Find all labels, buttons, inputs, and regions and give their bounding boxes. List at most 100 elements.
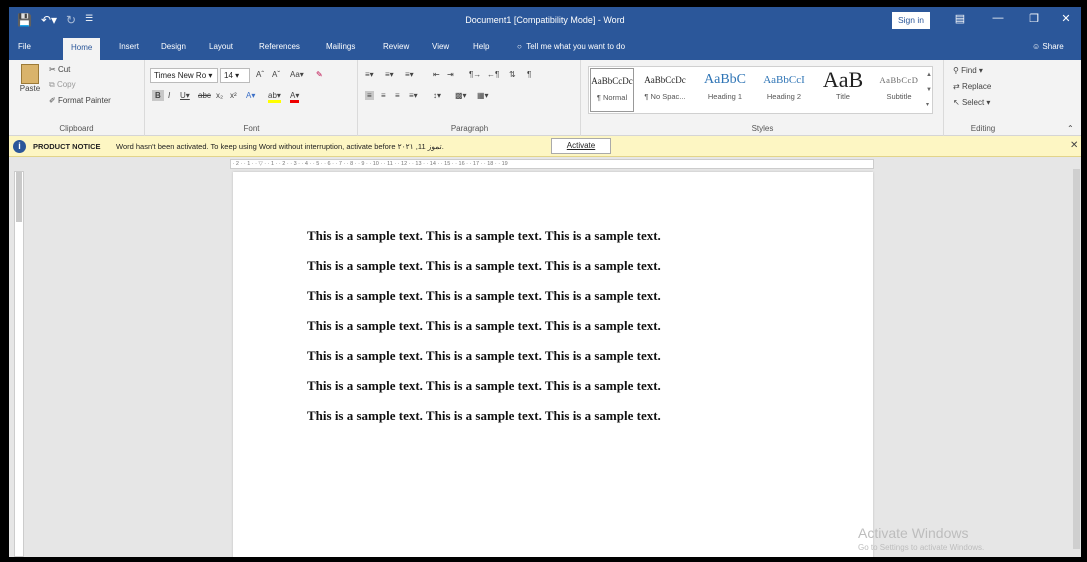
paste-button[interactable]: Paste	[17, 64, 43, 93]
ribbon-tabs: File Home Insert Design Layout Reference…	[9, 34, 1081, 60]
tell-me-label: Tell me what you want to do	[526, 42, 626, 51]
shrink-font-icon[interactable]: Aˇ	[272, 70, 280, 79]
numbering-icon[interactable]: ≡▾	[385, 70, 394, 79]
style-normal-sample: AaBbCcDc	[591, 76, 633, 86]
style-subtitle[interactable]: AaBbCcD Subtitle	[874, 68, 924, 112]
tab-insert[interactable]: Insert	[119, 42, 139, 51]
font-color-icon[interactable]: A▾	[290, 91, 300, 103]
justify-icon[interactable]: ≡▾	[409, 91, 418, 100]
show-marks-icon[interactable]: ¶	[527, 70, 531, 79]
style-no-spacing[interactable]: AaBbCcDc ¶ No Spac...	[636, 68, 694, 112]
document-page[interactable]: This is a sample text. This is a sample …	[233, 172, 873, 557]
clear-formatting-icon[interactable]: ✎	[316, 70, 323, 79]
document-line[interactable]: This is a sample text. This is a sample …	[307, 288, 661, 304]
grow-font-icon[interactable]: Aˆ	[256, 70, 264, 79]
tell-me-search[interactable]: ○ Tell me what you want to do	[517, 42, 625, 51]
strikethrough-icon[interactable]: abc	[198, 91, 211, 100]
style-normal-name: ¶ Normal	[596, 93, 628, 102]
sort-icon[interactable]: ⇅	[509, 70, 516, 79]
horizontal-ruler[interactable]: · 2 · · 1 · · ▽ · · 1 · · 2 · · 3 · · 4 …	[230, 159, 874, 169]
paste-label: Paste	[19, 84, 41, 93]
clipboard-icon	[21, 64, 39, 84]
scissors-icon: ✂	[49, 65, 56, 74]
style-subtitle-sample: AaBbCcD	[879, 75, 919, 85]
tab-help[interactable]: Help	[473, 42, 489, 51]
editing-group: ⚲ Find ▾ ⇄ Replace ↖ Select ▾ Editing	[945, 60, 1021, 136]
decrease-indent-icon[interactable]: ⇤	[433, 70, 440, 79]
tab-mailings[interactable]: Mailings	[326, 42, 355, 51]
styles-group: AaBbCcDc ¶ Normal AaBbCcDc ¶ No Spac... …	[582, 60, 944, 136]
rtl-icon[interactable]: ←¶	[487, 70, 499, 79]
style-normal[interactable]: AaBbCcDc ¶ Normal	[590, 68, 634, 112]
minimize-icon[interactable]: —	[989, 12, 1007, 24]
styles-scroll-icon[interactable]: ▲ ▼ ▾	[926, 68, 932, 113]
line-spacing-icon[interactable]: ↕▾	[433, 91, 441, 100]
subscript-icon[interactable]: x₂	[216, 91, 223, 100]
ribbon-home: Paste ✂ Cut ⧉ Copy ✐ Format Painter Clip…	[9, 60, 1081, 136]
activate-windows-watermark: Activate Windows Go to Settings to activ…	[858, 525, 984, 552]
superscript-icon[interactable]: x²	[230, 91, 237, 100]
font-size-box[interactable]: 14 ▾	[220, 68, 250, 83]
cut-button[interactable]: ✂ Cut	[49, 65, 70, 74]
document-line[interactable]: This is a sample text. This is a sample …	[307, 378, 661, 394]
document-line[interactable]: This is a sample text. This is a sample …	[307, 228, 661, 244]
tab-review[interactable]: Review	[383, 42, 409, 51]
close-icon[interactable]: ✕	[1057, 12, 1075, 25]
vertical-ruler[interactable]	[14, 171, 24, 557]
ribbon-display-options-icon[interactable]: ▤	[951, 12, 969, 25]
styles-group-label: Styles	[751, 124, 774, 133]
title-bar: 💾 ↶▾ ↻ ☰ Document1 [Compatibility Mode] …	[9, 7, 1081, 34]
vertical-scrollbar[interactable]	[1072, 159, 1081, 557]
tab-home[interactable]: Home	[63, 38, 101, 60]
activate-button[interactable]: Activate	[551, 138, 611, 154]
paragraph-group-label: Paragraph	[450, 124, 489, 133]
tab-references[interactable]: References	[259, 42, 300, 51]
collapse-ribbon-icon[interactable]: ⌃	[1067, 124, 1074, 133]
highlight-icon[interactable]: ab▾	[268, 91, 281, 103]
editing-group-label: Editing	[970, 124, 996, 133]
style-heading-1[interactable]: AaBbC Heading 1	[696, 68, 754, 112]
change-case-icon[interactable]: Aa▾	[290, 70, 304, 79]
tab-layout[interactable]: Layout	[209, 42, 233, 51]
tab-design[interactable]: Design	[161, 42, 186, 51]
document-line[interactable]: This is a sample text. This is a sample …	[307, 408, 661, 424]
font-name-box[interactable]: Times New Ro ▾	[150, 68, 218, 83]
scrollbar-thumb[interactable]	[1073, 169, 1080, 549]
replace-button[interactable]: ⇄ Replace	[953, 82, 991, 91]
document-line[interactable]: This is a sample text. This is a sample …	[307, 348, 661, 364]
search-icon: ⚲	[953, 66, 959, 75]
multilevel-list-icon[interactable]: ≡▾	[405, 70, 414, 79]
maximize-icon[interactable]: ❐	[1025, 12, 1043, 25]
share-button[interactable]: ☺ Share	[1032, 42, 1064, 51]
align-left-icon[interactable]: ≡	[365, 91, 374, 100]
borders-icon[interactable]: ▦▾	[477, 91, 489, 100]
align-right-icon[interactable]: ≡	[395, 91, 400, 100]
bullets-icon[interactable]: ≡▾	[365, 70, 374, 79]
find-button[interactable]: ⚲ Find ▾	[953, 66, 983, 75]
style-no-spacing-sample: AaBbCcDc	[644, 75, 686, 85]
underline-icon[interactable]: U▾	[180, 91, 190, 100]
style-subtitle-name: Subtitle	[886, 92, 912, 101]
style-title[interactable]: AaB Title	[814, 68, 872, 112]
increase-indent-icon[interactable]: ⇥	[447, 70, 454, 79]
format-painter-button[interactable]: ✐ Format Painter	[49, 96, 111, 105]
document-line[interactable]: This is a sample text. This is a sample …	[307, 318, 661, 334]
tab-file[interactable]: File	[18, 42, 31, 51]
select-button[interactable]: ↖ Select ▾	[953, 98, 990, 107]
document-line[interactable]: This is a sample text. This is a sample …	[307, 258, 661, 274]
tab-view[interactable]: View	[432, 42, 449, 51]
paragraph-group: ≡▾ ≡▾ ≡▾ ⇤ ⇥ ¶→ ←¶ ⇅ ¶ ≡ ≡ ≡ ≡▾ ↕▾ ▩▾ ▦▾…	[359, 60, 581, 136]
notice-message: Word hasn't been activated. To keep usin…	[116, 142, 444, 151]
style-heading-2-name: Heading 2	[766, 92, 802, 101]
shading-icon[interactable]: ▩▾	[455, 91, 467, 100]
italic-icon[interactable]: I	[168, 91, 170, 100]
align-center-icon[interactable]: ≡	[381, 91, 386, 100]
text-effects-icon[interactable]: A▾	[246, 91, 255, 100]
style-heading-2[interactable]: AaBbCcI Heading 2	[756, 68, 812, 112]
watermark-subtitle: Go to Settings to activate Windows.	[858, 543, 985, 552]
ltr-icon[interactable]: ¶→	[469, 70, 481, 79]
copy-button[interactable]: ⧉ Copy	[49, 80, 76, 90]
bold-icon[interactable]: B	[152, 90, 164, 101]
sign-in-button[interactable]: Sign in	[892, 12, 930, 29]
close-notice-icon[interactable]: ✕	[1070, 140, 1078, 151]
